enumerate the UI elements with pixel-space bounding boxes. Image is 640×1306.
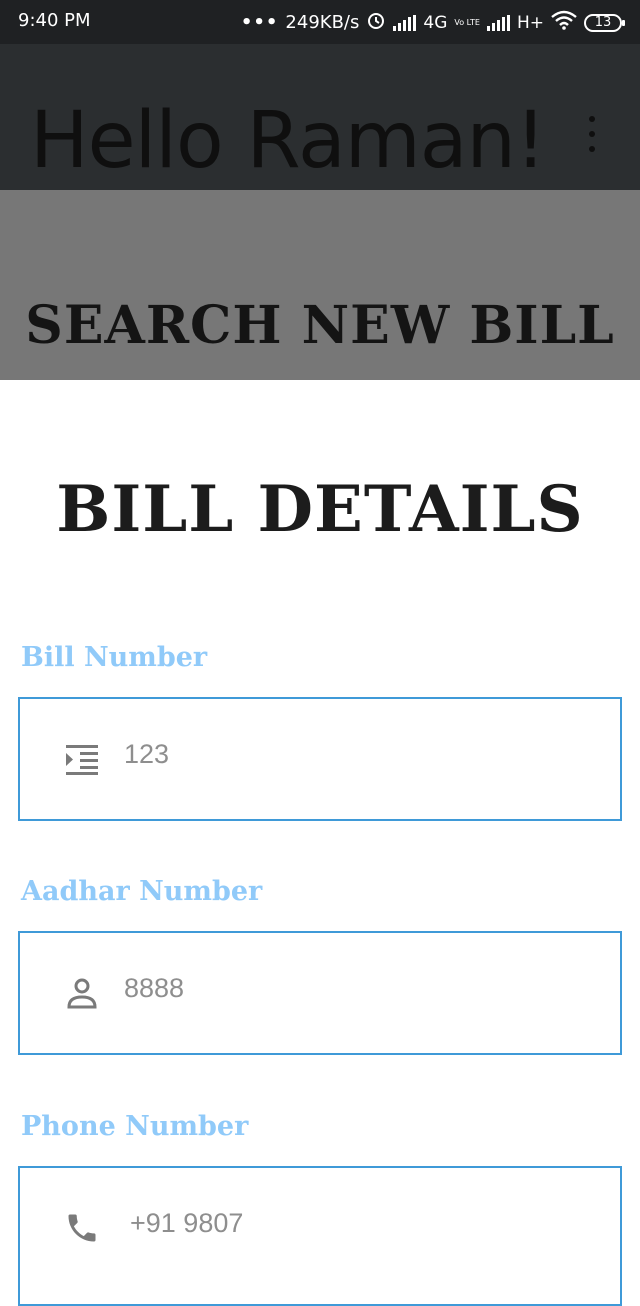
phone-number-value: +91 9807	[130, 1208, 244, 1238]
phone-number-field[interactable]: +91 9807	[18, 1166, 622, 1306]
volte-icon: Vo LTE	[454, 17, 480, 27]
notification-dots-icon: •••	[240, 12, 279, 33]
aadhar-number-field[interactable]: 8888	[18, 931, 622, 1055]
status-icons: ••• 249KB/s 4G Vo LTE H+ 13	[240, 10, 625, 35]
battery-icon: 13	[584, 13, 625, 32]
battery-level: 13	[594, 15, 612, 30]
network-type-2: H+	[516, 12, 544, 33]
person-icon	[64, 975, 100, 1011]
status-time: 9:40 PM	[18, 10, 91, 31]
signal-icon	[393, 14, 417, 31]
aadhar-number-value: 8888	[124, 973, 185, 1003]
search-new-bill-button[interactable]: SEARCH NEW BILL	[0, 190, 640, 380]
network-speed: 249KB/s	[285, 12, 360, 33]
format-indent-icon	[64, 741, 100, 777]
greeting-title: Hello Raman!	[30, 96, 546, 186]
search-new-bill-label: SEARCH NEW BILL	[25, 295, 615, 356]
bill-number-value: 123	[124, 739, 170, 769]
phone-icon	[64, 1210, 100, 1246]
app-bar: Hello Raman!	[0, 44, 640, 190]
alarm-icon	[366, 10, 386, 35]
bill-number-field[interactable]: 123	[18, 697, 622, 821]
wifi-icon	[551, 10, 577, 35]
form-title: BILL DETAILS	[56, 472, 584, 547]
bill-number-label: Bill Number	[21, 642, 208, 673]
status-bar: 9:40 PM ••• 249KB/s 4G Vo LTE H+ 13	[0, 0, 640, 44]
aadhar-number-label: Aadhar Number	[21, 876, 263, 907]
phone-number-label: Phone Number	[21, 1111, 249, 1142]
network-type-1: 4G	[423, 12, 448, 33]
signal-icon-2	[486, 14, 510, 31]
more-vert-icon[interactable]	[582, 116, 602, 152]
